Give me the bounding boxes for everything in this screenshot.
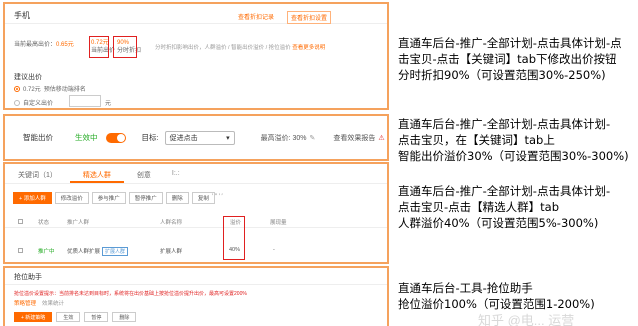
discount-highlight-box <box>113 36 137 58</box>
delete-button[interactable]: 删除 <box>112 312 137 322</box>
crowd-panel: 关键词（1） 精选人群 创意 I:.: + 添加人群 修改溢价 参与推广 暂停推… <box>3 162 389 264</box>
edit-icon[interactable]: ✎ <box>310 134 316 142</box>
delete-button[interactable]: 删除 <box>165 192 189 204</box>
join-promotion-button[interactable]: 参与推广 <box>91 192 126 204</box>
smart-bid-panel: 智能出价 生效中 目标: 促进点击 ▾ 最高溢价: 30% ✎ 查看效果报告 ⚠ <box>3 114 389 161</box>
goal-select[interactable]: 促进点击 ▾ <box>164 130 235 145</box>
suggest-bid-title: 建议出价 <box>14 74 42 81</box>
panel-title: 抢位助手 <box>14 274 42 281</box>
max-premium: 最高溢价: 30% <box>260 134 307 142</box>
custom-bid-option[interactable]: 自定义出价 <box>14 98 53 107</box>
note-smart-bid: 直通车后台-推广-全部计划-点击具体计划- 点击宝贝，在【关键词】tab上 智能出价… <box>398 117 629 163</box>
keyword-bid-panel: 手机 查看折扣记录 查看折扣设置 当前最高出价：0.65元 0.72元 当前出价… <box>3 2 389 110</box>
crowd-toolbar: + 添加人群 修改溢价 参与推广 暂停推广 删除 复制 <box>13 192 215 204</box>
premium-highlight-box <box>223 216 245 260</box>
row-name: 扩展人群 <box>160 249 183 255</box>
tab-bar: 关键词（1） 精选人群 创意 I:.: <box>5 164 387 184</box>
current-bid-label: 当前最高出价：0.65元 <box>14 42 74 48</box>
row-views: - <box>273 247 275 253</box>
new-strategy-button[interactable]: + 新建策略 <box>14 312 53 322</box>
premium-hint: 抢位溢价设置提示：当前排名未达到目标时，系统将在出价基础上按抢位溢价提升出价，最… <box>14 291 247 297</box>
tab-crowds[interactable]: 精选人群 <box>69 164 124 183</box>
bid-highlight-box <box>89 36 109 58</box>
row-crowd: 优质人群扩展 扩展人群 <box>67 247 129 256</box>
radio-icon[interactable] <box>14 99 20 106</box>
assistant-tabs: 策略管理 效果统计 <box>14 299 64 307</box>
header-crowd: 推广人群 <box>67 220 90 226</box>
smart-bid-toggle[interactable] <box>105 132 126 143</box>
pause-promotion-button[interactable]: 暂停推广 <box>128 192 163 204</box>
goal-label: 目标: <box>141 133 159 142</box>
note-crowd-premium: 直通车后台-推广-全部计划-点击具体计划- 点击宝贝-点击【精选人群】tab 人群溢… <box>398 184 611 230</box>
chevron-down-icon: ▾ <box>226 134 230 142</box>
select-all-checkbox[interactable] <box>18 219 23 224</box>
tab-strategy[interactable]: 策略管理 <box>14 299 36 307</box>
tab-creative[interactable]: 创意 <box>124 164 164 183</box>
suggest-bid-option[interactable]: 0.72元 预估移动端排名 <box>14 84 86 93</box>
unit-label: 元 <box>105 101 112 107</box>
view-report-link[interactable]: 查看效果报告 <box>333 133 375 143</box>
edit-premium-button[interactable]: 修改溢价 <box>54 192 89 204</box>
title-divider <box>5 284 387 285</box>
tab-extra[interactable]: I:.: <box>164 164 188 183</box>
table-header <box>5 212 387 228</box>
tab-stats[interactable]: 效果统计 <box>42 299 64 307</box>
discount-description: 分时折扣影响出价，人群溢价 / 智能出价溢价 / 抢位溢价 查看更多说明 <box>155 45 326 51</box>
panel-header: 手机 查看折扣记录 查看折扣设置 <box>5 4 387 24</box>
note-time-discount: 直通车后台-推广-全部计划-点击具体计划-点 击宝贝-点击【关键词】tab下修改出… <box>398 36 622 82</box>
add-crowd-button[interactable]: + 添加人群 <box>13 192 52 204</box>
panel-title: 手机 <box>14 11 30 20</box>
smart-bid-label: 智能出价 <box>23 133 53 142</box>
activate-button[interactable]: 生效 <box>56 312 81 322</box>
row-checkbox[interactable] <box>18 248 23 253</box>
position-assistant-panel: 抢位助手 抢位溢价设置提示：当前排名未达到目标时，系统将在出价基础上按抢位溢价提… <box>3 266 389 326</box>
watermark: 知乎 @电... 运营 <box>478 313 575 326</box>
blurred-text: ′ ′′ ′ ′ <box>212 194 223 200</box>
smart-bid-row: 智能出价 生效中 目标: 促进点击 ▾ 最高溢价: 30% ✎ 查看效果报告 ⚠ <box>5 116 387 159</box>
custom-bid-input[interactable] <box>69 95 101 107</box>
note-position-premium: 直通车后台-工具-抢位助手 抢位溢价100%（可设置范围1-200%) <box>398 281 595 311</box>
header-status: 状态 <box>38 220 50 226</box>
discount-settings-button[interactable]: 查看折扣设置 <box>287 11 332 24</box>
warning-icon: ⚠ <box>378 134 385 142</box>
status-badge: 生效中 <box>75 133 98 142</box>
pause-button[interactable]: 暂停 <box>84 312 109 322</box>
radio-selected-icon[interactable] <box>14 85 20 92</box>
header-views: 展现量 <box>270 220 287 226</box>
assistant-toolbar: + 新建策略 生效 暂停 删除 <box>14 312 137 322</box>
discount-history-link[interactable]: 查看折扣记录 <box>238 12 274 21</box>
header-name: 人群名称 <box>160 220 183 226</box>
row-status: 推广中 <box>38 249 55 255</box>
tab-keywords[interactable]: 关键词（1） <box>5 164 70 183</box>
